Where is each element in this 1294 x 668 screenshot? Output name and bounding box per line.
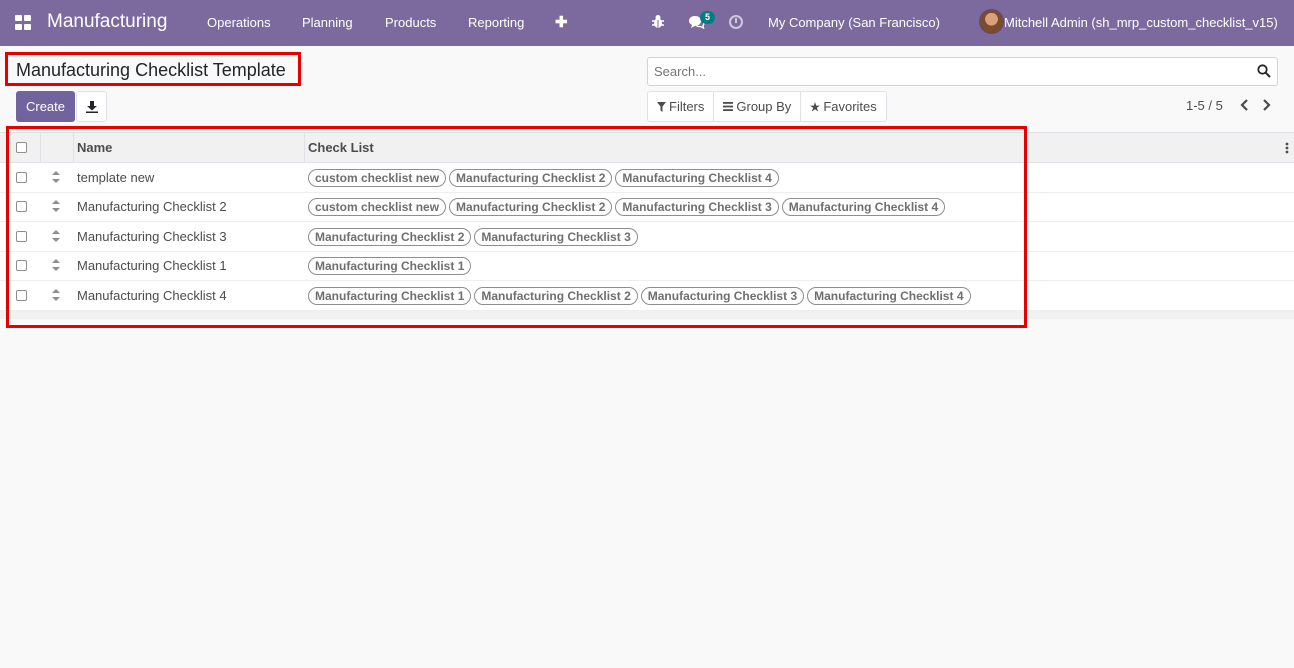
- search-icon[interactable]: [1257, 64, 1271, 78]
- chevron-left-icon[interactable]: [1239, 98, 1251, 112]
- table-highlight-box: [6, 126, 1027, 328]
- pager-value[interactable]: 1-5 / 5: [1186, 98, 1223, 113]
- chevron-right-icon[interactable]: [1260, 98, 1272, 112]
- plus-icon[interactable]: ✚: [555, 13, 568, 31]
- chat-count-badge: 5: [700, 11, 716, 24]
- create-button[interactable]: Create: [16, 91, 75, 122]
- search-options-bar: Filters Group By Favorites: [647, 91, 887, 122]
- export-button[interactable]: [76, 91, 107, 122]
- group-by-button[interactable]: Group By: [714, 92, 802, 121]
- list-icon: [723, 102, 734, 111]
- company-switcher[interactable]: My Company (San Francisco): [768, 15, 940, 30]
- star-icon: [810, 101, 821, 111]
- menu-reporting[interactable]: Reporting: [468, 15, 524, 30]
- bug-icon[interactable]: [651, 14, 665, 30]
- search-input[interactable]: [654, 64, 1244, 79]
- filters-button[interactable]: Filters: [648, 92, 715, 121]
- filter-icon: [657, 101, 666, 112]
- search-bar[interactable]: [647, 57, 1278, 86]
- page-title: Manufacturing Checklist Template: [16, 60, 286, 80]
- app-grid-icon[interactable]: [15, 15, 32, 30]
- download-icon: [85, 100, 98, 113]
- user-avatar[interactable]: [979, 9, 1004, 34]
- favorites-label: Favorites: [823, 99, 877, 114]
- app-name[interactable]: Manufacturing: [47, 11, 167, 33]
- menu-products[interactable]: Products: [385, 15, 436, 30]
- menu-operations[interactable]: Operations: [207, 15, 271, 30]
- group-by-label: Group By: [736, 99, 792, 114]
- clock-icon[interactable]: [729, 15, 743, 29]
- filters-label: Filters: [669, 99, 705, 114]
- favorites-button[interactable]: Favorites: [801, 92, 885, 121]
- user-menu[interactable]: Mitchell Admin (sh_mrp_custom_checklist_…: [1004, 15, 1278, 30]
- top-navbar: Manufacturing Operations Planning Produc…: [0, 0, 1294, 46]
- optional-columns-icon[interactable]: [1285, 142, 1289, 154]
- menu-planning[interactable]: Planning: [302, 15, 353, 30]
